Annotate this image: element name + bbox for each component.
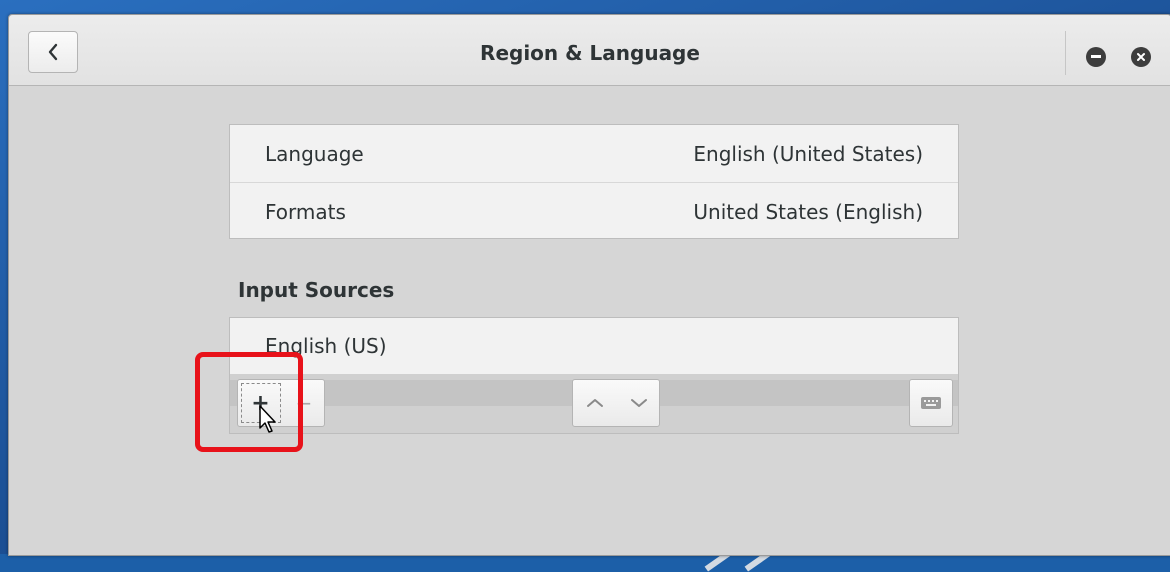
close-button[interactable] [1131, 47, 1151, 67]
annotation-highlight-box [195, 352, 303, 452]
move-down-button[interactable] [617, 380, 661, 426]
language-label: Language [265, 141, 364, 166]
input-source-item[interactable]: English (US) [230, 318, 958, 374]
reorder-button-group [572, 379, 660, 427]
settings-window: Region & Language Language English (Unit… [8, 14, 1170, 556]
language-row[interactable]: Language English (United States) [230, 125, 958, 182]
minimize-icon [1091, 55, 1101, 58]
mouse-cursor-icon [259, 405, 276, 433]
input-sources-toolbar: + − [229, 374, 959, 434]
window-title: Region & Language [480, 41, 700, 65]
header-bar: Region & Language [9, 15, 1170, 86]
move-up-button[interactable] [573, 380, 617, 426]
language-value: English (United States) [693, 141, 923, 166]
keyboard-layout-button[interactable] [909, 379, 953, 427]
formats-row[interactable]: Formats United States (English) [230, 182, 958, 240]
chevron-down-icon [631, 399, 647, 407]
locale-settings-list: Language English (United States) Formats… [229, 124, 959, 239]
chevron-up-icon [587, 399, 603, 407]
input-sources-heading: Input Sources [238, 278, 395, 302]
formats-value: United States (English) [693, 199, 923, 224]
input-sources-list: English (US) [229, 317, 959, 375]
keyboard-icon [921, 397, 941, 409]
formats-label: Formats [265, 199, 346, 224]
titlebar-separator [1065, 31, 1066, 75]
minimize-button[interactable] [1086, 47, 1106, 67]
close-icon [1137, 53, 1145, 61]
